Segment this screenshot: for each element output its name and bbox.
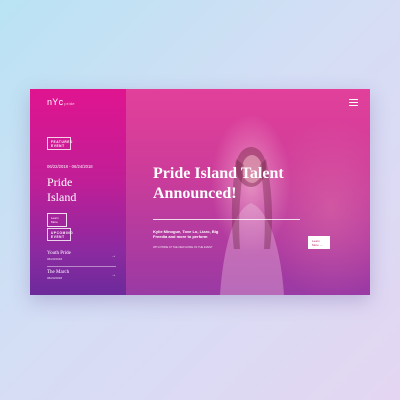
featured-title-line1: Pride	[47, 175, 73, 189]
featured-title-line2: Island	[47, 190, 77, 204]
hero-title-line1: Pride Island Talent	[153, 165, 284, 182]
hero-photo-person	[220, 147, 284, 295]
featured-learn-more-button[interactable]: Learn More	[47, 213, 67, 227]
upcoming-tag-line1: UPCOMING	[51, 230, 74, 235]
website-frame: nYcpride FEATURED EVENT 06/22/2018 - 06/…	[30, 89, 370, 295]
logo-text: nYc	[47, 97, 64, 107]
event-date: 06/23/2018	[47, 256, 63, 261]
sidebar: nYcpride FEATURED EVENT 06/22/2018 - 06/…	[30, 89, 126, 295]
hero-divider	[153, 219, 300, 220]
upcoming-event-the-march[interactable]: The March 06/24/2018 →	[47, 270, 116, 280]
event-name: The March	[47, 270, 70, 275]
arrow-right-icon: →	[111, 253, 116, 259]
arrow-right-icon: →	[111, 272, 116, 278]
hero-description: Kylie Minogue, Tove Lo, Lizzo, Big Freed…	[153, 229, 219, 239]
event-name: Youth Pride	[47, 251, 71, 256]
upcoming-event-youth-pride[interactable]: Youth Pride 06/23/2018 →	[47, 251, 116, 261]
featured-event-dates: 06/22/2018 - 06/24/2018	[47, 164, 93, 169]
hero-title: Pride Island Talent Announced!	[153, 164, 353, 204]
site-logo[interactable]: nYcpride	[47, 97, 75, 107]
featured-event-title[interactable]: Pride Island	[47, 175, 117, 205]
featured-tag-line1: FEATURED	[51, 139, 73, 144]
featured-tag-line2: EVENT	[51, 143, 65, 148]
logo-suffix: pride	[64, 101, 75, 106]
upcoming-tag-line2: EVENT	[51, 234, 65, 239]
event-date: 06/24/2018	[47, 275, 63, 280]
hero-title-line2: Announced!	[153, 185, 237, 202]
hero-banner: Pride Island Talent Announced! Kylie Min…	[126, 89, 370, 295]
featured-event-tag: FEATURED EVENT	[47, 137, 73, 150]
hero-subtext: WITH PRIDE AT THE NEW HOME OF THE EVENT	[153, 246, 213, 249]
upcoming-event-tag: UPCOMING EVENT	[47, 228, 74, 241]
event-divider	[47, 266, 116, 267]
hero-learn-more-button[interactable]: Learn More →	[308, 236, 330, 249]
hamburger-menu-icon[interactable]	[349, 99, 358, 106]
